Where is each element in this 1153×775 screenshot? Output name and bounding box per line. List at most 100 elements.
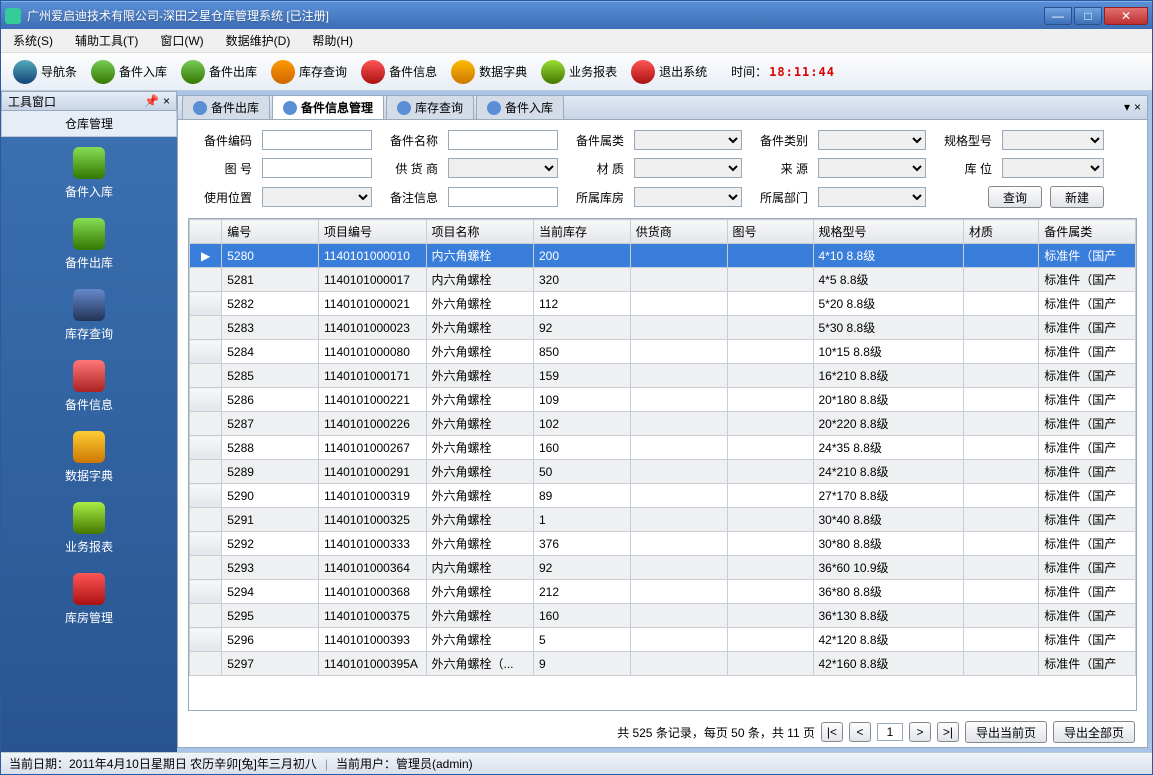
lbl-drawing: 图 号 <box>192 160 252 177</box>
table-row[interactable]: 52911140101000325外六角螺栓130*40 8.8级标准件（国产 <box>190 508 1136 532</box>
pager-prev[interactable]: < <box>849 722 871 742</box>
inp-code[interactable] <box>262 130 372 150</box>
pager-last[interactable]: >| <box>937 722 959 742</box>
table-row[interactable]: 52951140101000375外六角螺栓16036*130 8.8级标准件（… <box>190 604 1136 628</box>
table-row[interactable]: 52961140101000393外六角螺栓542*120 8.8级标准件（国产 <box>190 628 1136 652</box>
toolbar-退出系统[interactable]: 退出系统 <box>625 56 713 88</box>
table-row[interactable]: 52851140101000171外六角螺栓15916*210 8.8级标准件（… <box>190 364 1136 388</box>
sel-source[interactable] <box>818 158 926 178</box>
table-row[interactable]: 52881140101000267外六角螺栓16024*35 8.8级标准件（国… <box>190 436 1136 460</box>
toolbar-业务报表[interactable]: 业务报表 <box>535 56 623 88</box>
col-图号[interactable]: 图号 <box>727 220 813 244</box>
toolwindow-header: 工具窗口 📌 × <box>1 91 177 111</box>
sico-srch-icon <box>73 289 105 321</box>
sel-dept[interactable] <box>818 187 926 207</box>
table-row[interactable]: 52941140101000368外六角螺栓21236*80 8.8级标准件（国… <box>190 580 1136 604</box>
table-row[interactable]: 52871140101000226外六角螺栓10220*220 8.8级标准件（… <box>190 412 1136 436</box>
toolbar-库存查询[interactable]: 库存查询 <box>265 56 353 88</box>
lbl-class: 备件属类 <box>568 132 624 149</box>
col-供货商[interactable]: 供货商 <box>630 220 727 244</box>
sidebar-title: 仓库管理 <box>1 111 177 137</box>
col-项目编号[interactable]: 项目编号 <box>319 220 427 244</box>
col-备件属类[interactable]: 备件属类 <box>1039 220 1136 244</box>
inp-drawing[interactable] <box>262 158 372 178</box>
toolbar-数据字典[interactable]: 数据字典 <box>445 56 533 88</box>
minimize-button[interactable]: — <box>1044 7 1072 25</box>
table-row[interactable]: 52831140101000023外六角螺栓925*30 8.8级标准件（国产 <box>190 316 1136 340</box>
new-button[interactable]: 新建 <box>1050 186 1104 208</box>
export-all-button[interactable]: 导出全部页 <box>1053 721 1135 743</box>
data-grid[interactable]: 编号项目编号项目名称当前库存供货商图号规格型号材质备件属类▶5280114010… <box>188 218 1137 711</box>
col-当前库存[interactable]: 当前库存 <box>534 220 631 244</box>
toolbar-备件入库[interactable]: 备件入库 <box>85 56 173 88</box>
col-材质[interactable]: 材质 <box>964 220 1039 244</box>
pin-icon[interactable]: 📌 <box>144 94 159 108</box>
table-row[interactable]: 52861140101000221外六角螺栓10920*180 8.8级标准件（… <box>190 388 1136 412</box>
sel-loc[interactable] <box>1002 158 1104 178</box>
pager-first[interactable]: |< <box>821 722 843 742</box>
menu-数据维护(D)[interactable]: 数据维护(D) <box>222 30 295 51</box>
toolbar-备件信息[interactable]: 备件信息 <box>355 56 443 88</box>
toolwindow-close-icon[interactable]: × <box>163 94 170 108</box>
tab-库存查询[interactable]: 库存查询 <box>386 95 474 119</box>
table-row[interactable]: 52811140101000017内六角螺栓3204*5 8.8级标准件（国产 <box>190 268 1136 292</box>
col-编号[interactable]: 编号 <box>222 220 319 244</box>
toolbar-导航条[interactable]: 导航条 <box>7 56 83 88</box>
table-row[interactable]: ▶52801140101000010内六角螺栓2004*10 8.8级标准件（国… <box>190 244 1136 268</box>
sidebar-item-备件信息[interactable]: 备件信息 <box>1 360 177 413</box>
table-row[interactable]: 52901140101000319外六角螺栓8927*170 8.8级标准件（国… <box>190 484 1136 508</box>
sel-usepos[interactable] <box>262 187 372 207</box>
pager-page-input[interactable] <box>877 723 903 741</box>
inp-remark[interactable] <box>448 187 558 207</box>
titlebar[interactable]: 广州爱启迪技术有限公司-深田之星仓库管理系统 [已注册] — □ ✕ <box>1 1 1152 29</box>
pager-next[interactable]: > <box>909 722 931 742</box>
sel-cat[interactable] <box>818 130 926 150</box>
sel-class[interactable] <box>634 130 742 150</box>
inp-name[interactable] <box>448 130 558 150</box>
menu-辅助工具(T)[interactable]: 辅助工具(T) <box>71 30 142 51</box>
lbl-material: 材 质 <box>568 160 624 177</box>
sidebar-item-业务报表[interactable]: 业务报表 <box>1 502 177 555</box>
tabs-dropdown-icon[interactable]: ▾ <box>1124 100 1130 114</box>
status-date: 当前日期：2011年4月10日星期日 农历辛卯[兔]年三月初八 <box>9 755 317 772</box>
table-row[interactable]: 52891140101000291外六角螺栓5024*210 8.8级标准件（国… <box>190 460 1136 484</box>
sico-in-icon <box>73 147 105 179</box>
sidebar-item-备件入库[interactable]: 备件入库 <box>1 147 177 200</box>
table-row[interactable]: 52921140101000333外六角螺栓37630*80 8.8级标准件（国… <box>190 532 1136 556</box>
ico-info-icon <box>361 60 385 84</box>
table-row[interactable]: 52841140101000080外六角螺栓85010*15 8.8级标准件（国… <box>190 340 1136 364</box>
tab-备件信息管理[interactable]: 备件信息管理 <box>272 95 384 119</box>
tabs-close-icon[interactable]: × <box>1134 100 1141 114</box>
sico-info-icon <box>73 360 105 392</box>
sel-material[interactable] <box>634 158 742 178</box>
sidebar-item-数据字典[interactable]: 数据字典 <box>1 431 177 484</box>
tab-备件出库[interactable]: 备件出库 <box>182 95 270 119</box>
lbl-dept: 所属部门 <box>752 189 808 206</box>
lbl-remark: 备注信息 <box>382 189 438 206</box>
menu-帮助(H)[interactable]: 帮助(H) <box>308 30 357 51</box>
export-current-button[interactable]: 导出当前页 <box>965 721 1047 743</box>
query-button[interactable]: 查询 <box>988 186 1042 208</box>
col-项目名称[interactable]: 项目名称 <box>426 220 534 244</box>
app-window: 广州爱启迪技术有限公司-深田之星仓库管理系统 [已注册] — □ ✕ 系统(S)… <box>0 0 1153 775</box>
menu-窗口(W)[interactable]: 窗口(W) <box>156 30 207 51</box>
sidebar-item-备件出库[interactable]: 备件出库 <box>1 218 177 271</box>
sel-wh[interactable] <box>634 187 742 207</box>
sel-spec[interactable] <box>1002 130 1104 150</box>
tab-备件入库[interactable]: 备件入库 <box>476 95 564 119</box>
table-row[interactable]: 52971140101000395A外六角螺栓（...942*160 8.8级标… <box>190 652 1136 676</box>
menu-系统(S)[interactable]: 系统(S) <box>9 30 57 51</box>
ico-srch-icon <box>271 60 295 84</box>
sidebar-item-库房管理[interactable]: 库房管理 <box>1 573 177 626</box>
sel-supplier[interactable] <box>448 158 558 178</box>
lbl-supplier: 供 货 商 <box>382 160 438 177</box>
col-规格型号[interactable]: 规格型号 <box>813 220 964 244</box>
lbl-usepos: 使用位置 <box>192 189 252 206</box>
sidebar-item-库存查询[interactable]: 库存查询 <box>1 289 177 342</box>
table-row[interactable]: 52821140101000021外六角螺栓1125*20 8.8级标准件（国产 <box>190 292 1136 316</box>
maximize-button[interactable]: □ <box>1074 7 1102 25</box>
table-row[interactable]: 52931140101000364内六角螺栓9236*60 10.9级标准件（国… <box>190 556 1136 580</box>
toolbar-备件出库[interactable]: 备件出库 <box>175 56 263 88</box>
ico-dict-icon <box>451 60 475 84</box>
close-button[interactable]: ✕ <box>1104 7 1148 25</box>
